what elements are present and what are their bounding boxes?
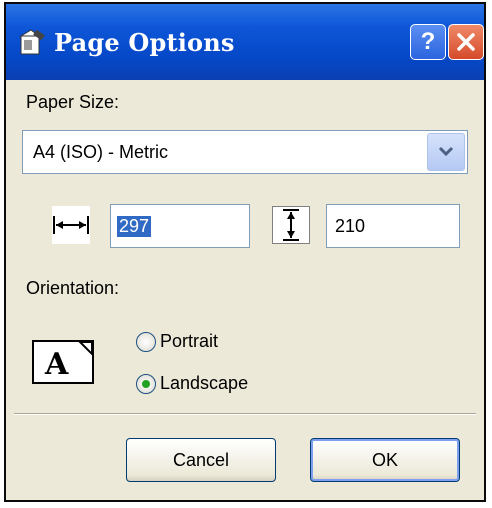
radio-selected-dot	[142, 380, 150, 388]
window-title: Page Options	[54, 28, 235, 57]
title-bar[interactable]: Page Options ?	[6, 4, 484, 80]
app-icon	[19, 29, 45, 55]
close-icon	[457, 33, 475, 51]
ok-button[interactable]: OK	[310, 438, 460, 482]
orientation-preview-icon: A	[32, 340, 94, 384]
dropdown-button[interactable]	[427, 133, 465, 171]
portrait-radio[interactable]	[136, 332, 156, 352]
orientation-label: Orientation:	[26, 278, 120, 298]
divider	[14, 413, 476, 415]
paper-size-value: A4 (ISO) - Metric	[33, 142, 169, 162]
paper-size-select[interactable]: A4 (ISO) - Metric	[22, 130, 468, 174]
page-options-dialog: Page Options ? Paper Size: A4 (ISO) - Me…	[4, 2, 486, 502]
paper-size-label: Paper Size:	[26, 92, 120, 112]
preview-letter: A	[44, 347, 69, 382]
portrait-label[interactable]: Portrait	[160, 331, 218, 352]
height-input[interactable]: 210	[326, 204, 460, 248]
height-value: 210	[335, 216, 366, 236]
landscape-option[interactable]: Landscape	[136, 372, 286, 398]
close-button[interactable]	[448, 24, 484, 60]
height-dimension-icon	[272, 206, 310, 244]
help-icon: ?	[420, 28, 436, 55]
landscape-label[interactable]: Landscape	[160, 373, 248, 394]
width-input[interactable]: 297	[110, 204, 250, 248]
portrait-option[interactable]: Portrait	[136, 330, 256, 356]
help-button[interactable]: ?	[410, 24, 446, 60]
chevron-down-icon	[438, 146, 454, 157]
width-dimension-icon	[52, 206, 90, 244]
dialog-body: Paper Size: A4 (ISO) - Metric 297 210 Or…	[6, 80, 484, 500]
landscape-radio[interactable]	[136, 374, 156, 394]
width-value: 297	[117, 216, 152, 237]
cancel-button[interactable]: Cancel	[126, 438, 276, 482]
